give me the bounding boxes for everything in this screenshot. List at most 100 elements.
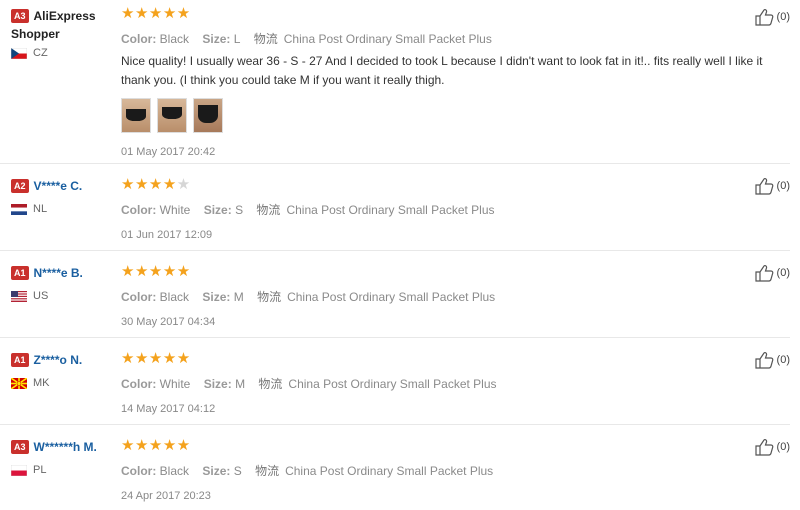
filled-stars: ★★★★ <box>121 176 177 193</box>
review-item: A2 V****e C. NL ★★★★★ Color: White Size: … <box>0 163 790 251</box>
star-rating: ★★★★★ <box>121 438 761 454</box>
buyer-level-badge: A1 <box>11 265 29 280</box>
review-photos <box>121 98 761 133</box>
reviewer-info: A2 V****e C. NL <box>11 177 116 215</box>
star-rating: ★★★★★ <box>121 177 761 193</box>
color-label: Color: <box>121 32 157 46</box>
buyer-level-badge: A3 <box>11 439 29 454</box>
flag-mk-icon <box>11 377 27 389</box>
review-content: ★★★★★ Color: Black Size: M 物流 China Post … <box>121 264 761 329</box>
review-photo[interactable] <box>157 98 187 133</box>
color-label: Color: <box>121 464 157 478</box>
size-label: Size: <box>202 290 231 304</box>
reviewer-info: A1 Z****o N. MK <box>11 351 116 389</box>
star-rating: ★★★★★ <box>121 6 761 22</box>
helpful-count: (0) <box>776 180 790 192</box>
review-photo[interactable] <box>121 98 151 133</box>
thumbs-up-icon <box>754 352 773 369</box>
review-item: A3 W******h M. PL ★★★★★ Color: Black Size… <box>0 424 790 510</box>
helpful-count: (0) <box>776 11 790 23</box>
review-item: A3 AliExpress Shopper CZ ★★★★★ Color: Bla… <box>0 0 790 164</box>
order-attributes: Color: Black Size: S 物流 China Post Ordina… <box>121 462 761 479</box>
color-value: White <box>159 377 191 391</box>
shipping-value: China Post Ordinary Small Packet Plus <box>285 464 494 478</box>
reviewer-country: PL <box>11 464 116 476</box>
reviewer-info: A1 N****e B. US <box>11 264 116 302</box>
thumbs-up-icon <box>754 178 773 195</box>
helpful-button[interactable]: (0) <box>754 264 790 282</box>
size-label: Size: <box>202 464 231 478</box>
size-value: S <box>233 464 242 478</box>
shipping-label: 物流 <box>258 377 283 391</box>
color-value: Black <box>159 464 190 478</box>
review-text: Nice quality! I usually wear 36 - S - 27… <box>121 54 763 87</box>
review-item: A1 N****e B. US ★★★★★ Color: Black Size: … <box>0 250 790 338</box>
order-attributes: Color: Black Size: L 物流 China Post Ordina… <box>121 30 761 47</box>
country-code: PL <box>33 464 47 476</box>
reviewer-country: CZ <box>11 47 116 59</box>
reviewer-name[interactable]: N****e B. <box>34 266 83 280</box>
helpful-button[interactable]: (0) <box>754 438 790 456</box>
size-label: Size: <box>202 32 231 46</box>
buyer-level-badge: A1 <box>11 352 29 367</box>
star-rating: ★★★★★ <box>121 264 761 280</box>
shipping-label: 物流 <box>257 290 282 304</box>
color-label: Color: <box>121 203 157 217</box>
helpful-count: (0) <box>776 441 790 453</box>
reviewer-name[interactable]: V****e C. <box>34 179 83 193</box>
thumbs-up-icon <box>754 439 773 456</box>
review-date: 01 Jun 2017 12:09 <box>121 229 213 241</box>
order-attributes: Color: White Size: S 物流 China Post Ordina… <box>121 201 761 218</box>
color-value: Black <box>159 290 190 304</box>
size-value: S <box>235 203 244 217</box>
order-attributes: Color: Black Size: M 物流 China Post Ordina… <box>121 288 761 305</box>
reviewer-info: A3 W******h M. PL <box>11 438 116 476</box>
color-value: White <box>159 203 191 217</box>
reviewer-country: US <box>11 290 116 302</box>
buyer-level-badge: A3 <box>11 8 29 23</box>
review-photo[interactable] <box>193 98 223 133</box>
helpful-count: (0) <box>776 267 790 279</box>
country-code: CZ <box>33 47 48 59</box>
reviewer-country: NL <box>11 203 116 215</box>
star-rating: ★★★★★ <box>121 351 761 367</box>
flag-us-icon <box>11 290 27 302</box>
empty-stars: ★ <box>176 176 191 193</box>
review-content: ★★★★★ Color: Black Size: L 物流 China Post … <box>121 6 763 158</box>
helpful-button[interactable]: (0) <box>754 177 790 195</box>
review-date: 14 May 2017 04:12 <box>121 403 216 415</box>
thumbs-up-icon <box>754 9 773 26</box>
review-content: ★★★★★ Color: White Size: S 物流 China Post … <box>121 177 761 242</box>
reviewer-info: A3 AliExpress Shopper CZ <box>11 7 116 59</box>
size-value: M <box>233 290 244 304</box>
review-item: A1 Z****o N. MK ★★★★★ Color: White Size: … <box>0 337 790 425</box>
review-date: 30 May 2017 04:34 <box>121 316 216 328</box>
flag-nl-icon <box>11 203 27 215</box>
shipping-value: China Post Ordinary Small Packet Plus <box>287 290 496 304</box>
thumbs-up-icon <box>754 265 773 282</box>
size-value: L <box>233 32 241 46</box>
helpful-button[interactable]: (0) <box>754 351 790 369</box>
color-value: Black <box>159 32 190 46</box>
country-code: MK <box>33 377 50 389</box>
country-code: NL <box>33 203 48 215</box>
shipping-label: 物流 <box>255 464 280 478</box>
reviewer-name[interactable]: Z****o N. <box>34 353 83 367</box>
shipping-label: 物流 <box>253 32 278 46</box>
review-date: 24 Apr 2017 20:23 <box>121 490 211 502</box>
filled-stars: ★★★★★ <box>121 437 191 454</box>
helpful-button[interactable]: (0) <box>754 8 790 26</box>
review-content: ★★★★★ Color: White Size: M 物流 China Post … <box>121 351 761 416</box>
buyer-level-badge: A2 <box>11 178 29 193</box>
shipping-value: China Post Ordinary Small Packet Plus <box>283 32 492 46</box>
country-code: US <box>33 290 49 302</box>
flag-cz-icon <box>11 47 27 59</box>
size-label: Size: <box>203 203 232 217</box>
size-value: M <box>235 377 246 391</box>
color-label: Color: <box>121 290 157 304</box>
shipping-value: China Post Ordinary Small Packet Plus <box>288 377 497 391</box>
size-label: Size: <box>203 377 232 391</box>
reviewer-name[interactable]: W******h M. <box>34 440 97 454</box>
review-date: 01 May 2017 20:42 <box>121 146 216 158</box>
order-attributes: Color: White Size: M 物流 China Post Ordina… <box>121 375 761 392</box>
